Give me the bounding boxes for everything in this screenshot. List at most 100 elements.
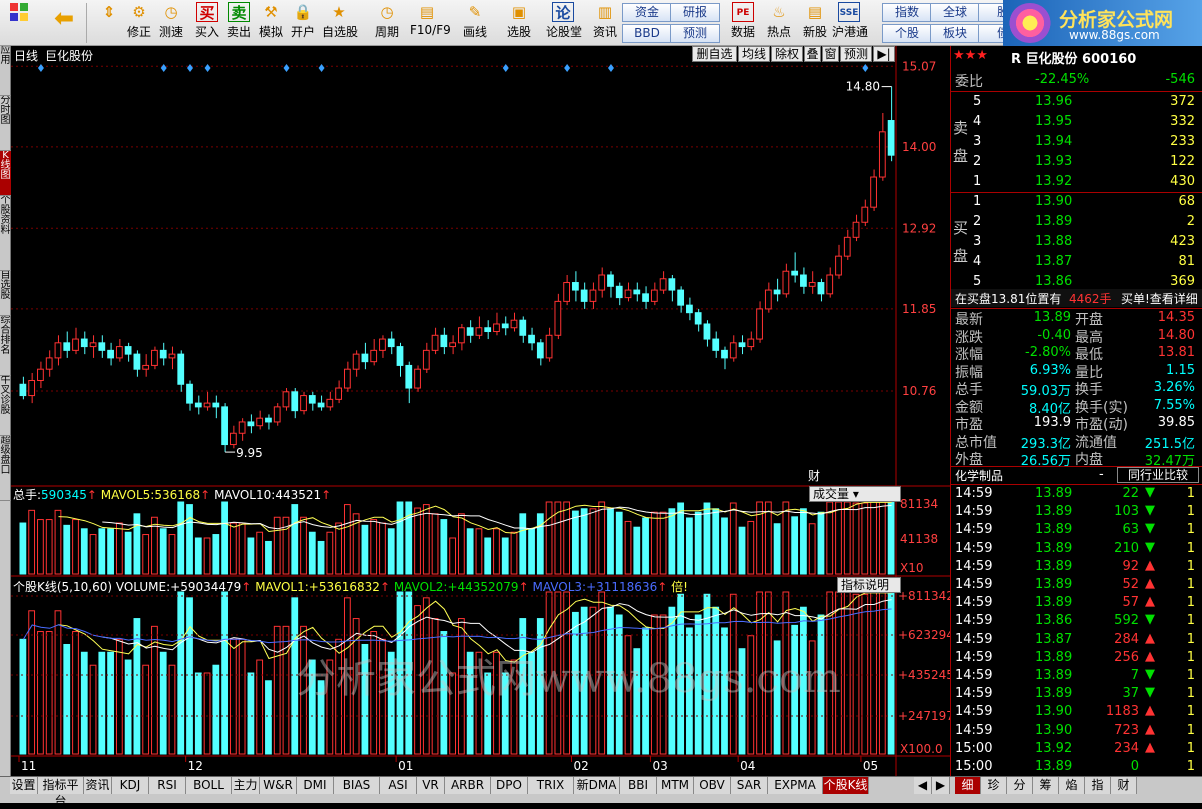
quote-tab-5[interactable]: 指 bbox=[1085, 777, 1111, 794]
chart-flag-4[interactable]: 窗 bbox=[822, 46, 839, 62]
left-tab-5[interactable]: 综合排名 bbox=[0, 316, 11, 376]
candle-body bbox=[861, 206, 869, 223]
indicator-volume-bar bbox=[194, 672, 202, 755]
tabs-scroll-left-button[interactable]: ◀ bbox=[914, 777, 932, 794]
menu-grid-button[interactable] bbox=[4, 2, 34, 44]
chart-flag-0[interactable]: 删自选 bbox=[692, 46, 737, 62]
volume-bar bbox=[291, 504, 299, 575]
tick-time: 14:59 bbox=[955, 558, 993, 574]
indicator-tab-14[interactable]: TRIX bbox=[528, 777, 574, 794]
indicator-tab-16[interactable]: BBI bbox=[620, 777, 657, 794]
indicator-tab-6[interactable]: 主力 bbox=[232, 777, 260, 794]
volume-bar bbox=[501, 537, 509, 575]
left-tab-1[interactable]: 分时图 bbox=[0, 96, 11, 151]
quick-button[interactable]: 预测 bbox=[670, 24, 720, 43]
quick-button[interactable]: 个股 bbox=[882, 24, 932, 43]
quick-button[interactable]: 资金 bbox=[622, 3, 672, 22]
date-tick-label: 04 bbox=[740, 759, 755, 773]
indicator-tab-13[interactable]: DPO bbox=[491, 777, 528, 794]
indicator-tab-2[interactable]: 资讯 bbox=[84, 777, 112, 794]
indicator-tab-18[interactable]: OBV bbox=[694, 777, 731, 794]
quick-button[interactable]: 板块 bbox=[930, 24, 980, 43]
tick-time: 14:59 bbox=[955, 486, 993, 501]
toolbar-button-newstock[interactable]: ▤ 新股 bbox=[798, 2, 832, 44]
toolbar-button-data[interactable]: PE 数据 bbox=[726, 2, 760, 44]
toolbar-button-forum[interactable]: 论论股堂 bbox=[546, 2, 582, 44]
toolbar-button-buy[interactable]: 买买入 bbox=[190, 2, 224, 44]
toolbar-button-draw[interactable]: ✎ 画线 bbox=[458, 2, 492, 44]
left-tab-7[interactable]: 超级盘口 bbox=[0, 436, 11, 501]
toolbar-button-hkconnect[interactable]: SSE 沪港通 bbox=[832, 2, 868, 44]
tick-volume: 103 bbox=[1114, 504, 1139, 520]
toolbar-button-period[interactable]: ◷ 周期 bbox=[370, 2, 404, 44]
quick-button[interactable]: 指数 bbox=[882, 3, 932, 22]
tabs-scroll-right-button[interactable]: ▶ bbox=[932, 777, 950, 794]
buy-volume: 2 bbox=[1186, 214, 1195, 229]
indicator-tab-21[interactable]: 个股K线 bbox=[823, 777, 869, 794]
toolbar-button-pageup[interactable]: ⇕ bbox=[92, 2, 126, 44]
quote-tab-2[interactable]: 分 bbox=[1007, 777, 1033, 794]
sell-volume: 430 bbox=[1170, 174, 1195, 189]
chart-flag-2[interactable]: 除权 bbox=[771, 46, 803, 62]
indicator-volume-bar bbox=[124, 659, 132, 755]
quote-tab-4[interactable]: 焰 bbox=[1059, 777, 1085, 794]
volume-tick-label: 41138 bbox=[900, 532, 938, 546]
toolbar-button-news[interactable]: ▥ 资讯 bbox=[588, 2, 622, 44]
quick-button[interactable]: 研报 bbox=[670, 3, 720, 22]
candle-body bbox=[273, 406, 281, 423]
indicator-tab-19[interactable]: SAR bbox=[731, 777, 768, 794]
indicator-volume-bar bbox=[37, 631, 44, 755]
buy-price: 13.87 bbox=[1035, 254, 1073, 269]
left-tab-2[interactable]: K线图 bbox=[0, 151, 11, 196]
indicator-tab-10[interactable]: ASI bbox=[380, 777, 417, 794]
left-tab-0[interactable]: 应用 bbox=[0, 46, 11, 96]
indicator-tab-0[interactable]: 设置 bbox=[10, 777, 38, 794]
chart-flag-1[interactable]: 均线 bbox=[738, 46, 770, 62]
quick-button[interactable]: 全球 bbox=[930, 3, 980, 22]
arrow-up-icon: ▲ bbox=[1145, 576, 1155, 591]
toolbar-button-f10[interactable]: ▤ F10/F9 bbox=[410, 2, 451, 44]
indicator-tab-8[interactable]: DMI bbox=[297, 777, 334, 794]
large-order-notice[interactable]: 在买盘13.81位置有 4462手 买单!查看详细 bbox=[951, 289, 1202, 307]
indicator-tab-20[interactable]: EXPMA bbox=[768, 777, 823, 794]
indicator-tab-9[interactable]: BIAS bbox=[334, 777, 380, 794]
left-tab-3[interactable]: 个股资料 bbox=[0, 196, 11, 271]
industry-compare-button[interactable]: 同行业比较 bbox=[1117, 467, 1199, 483]
expand-arrow-button[interactable]: ▶| bbox=[873, 46, 895, 62]
indicator-tab-4[interactable]: RSI bbox=[149, 777, 186, 794]
indicator-tab-5[interactable]: BOLL bbox=[186, 777, 232, 794]
back-button[interactable]: ⬅ bbox=[48, 2, 80, 44]
quote-tab-3[interactable]: 筹 bbox=[1033, 777, 1059, 794]
chart-flag-3[interactable]: 叠 bbox=[804, 46, 821, 62]
indicator-tab-15[interactable]: 新DMA bbox=[574, 777, 620, 794]
indicator-tab-7[interactable]: W&R bbox=[260, 777, 297, 794]
indicator-tab-11[interactable]: VR bbox=[417, 777, 445, 794]
toolbar-button-open[interactable]: 🔒 开户 bbox=[286, 2, 320, 44]
volume-bar bbox=[729, 502, 737, 575]
left-tab-4[interactable]: 自选股 bbox=[0, 271, 11, 316]
toolbar-label: 修正 bbox=[126, 25, 151, 39]
volume-bar bbox=[256, 531, 264, 575]
indicator-help-button[interactable]: 指标说明 bbox=[837, 577, 901, 593]
toolbar-button-watch[interactable]: ★ 自选股 bbox=[322, 2, 358, 44]
candle-body bbox=[133, 353, 141, 370]
indicator-tab-17[interactable]: MTM bbox=[657, 777, 694, 794]
quote-tab-6[interactable]: 财 bbox=[1111, 777, 1137, 794]
toolbar-button-speed[interactable]: ◷ 测速 bbox=[154, 2, 188, 44]
toolbar-button-sim[interactable]: ⚒ 模拟 bbox=[254, 2, 288, 44]
toolbar-button-fix[interactable]: ⚙ 修正 bbox=[122, 2, 156, 44]
quote-tab-0[interactable]: 细 bbox=[955, 777, 981, 794]
quick-button[interactable]: BBD bbox=[622, 24, 672, 43]
indicator-tab-12[interactable]: ARBR bbox=[445, 777, 491, 794]
indicator-tab-3[interactable]: KDJ bbox=[112, 777, 149, 794]
quote-tab-1[interactable]: 珍 bbox=[981, 777, 1007, 794]
volume-type-selector[interactable]: 成交量 ▾ bbox=[809, 486, 901, 502]
tick-volume: 592 bbox=[1114, 613, 1139, 629]
chart-flag-5[interactable]: 预测 bbox=[840, 46, 872, 62]
toolbar-button-hot[interactable]: ♨ 热点 bbox=[762, 2, 796, 44]
toolbar-button-sell[interactable]: 卖卖出 bbox=[222, 2, 256, 44]
indicator-tab-1[interactable]: 指标平台 bbox=[38, 777, 84, 808]
left-tab-6[interactable]: 牛叉诊股 bbox=[0, 376, 11, 436]
toolbar-button-pick[interactable]: ▣ 选股 bbox=[502, 2, 536, 44]
volume-bar bbox=[563, 501, 571, 575]
